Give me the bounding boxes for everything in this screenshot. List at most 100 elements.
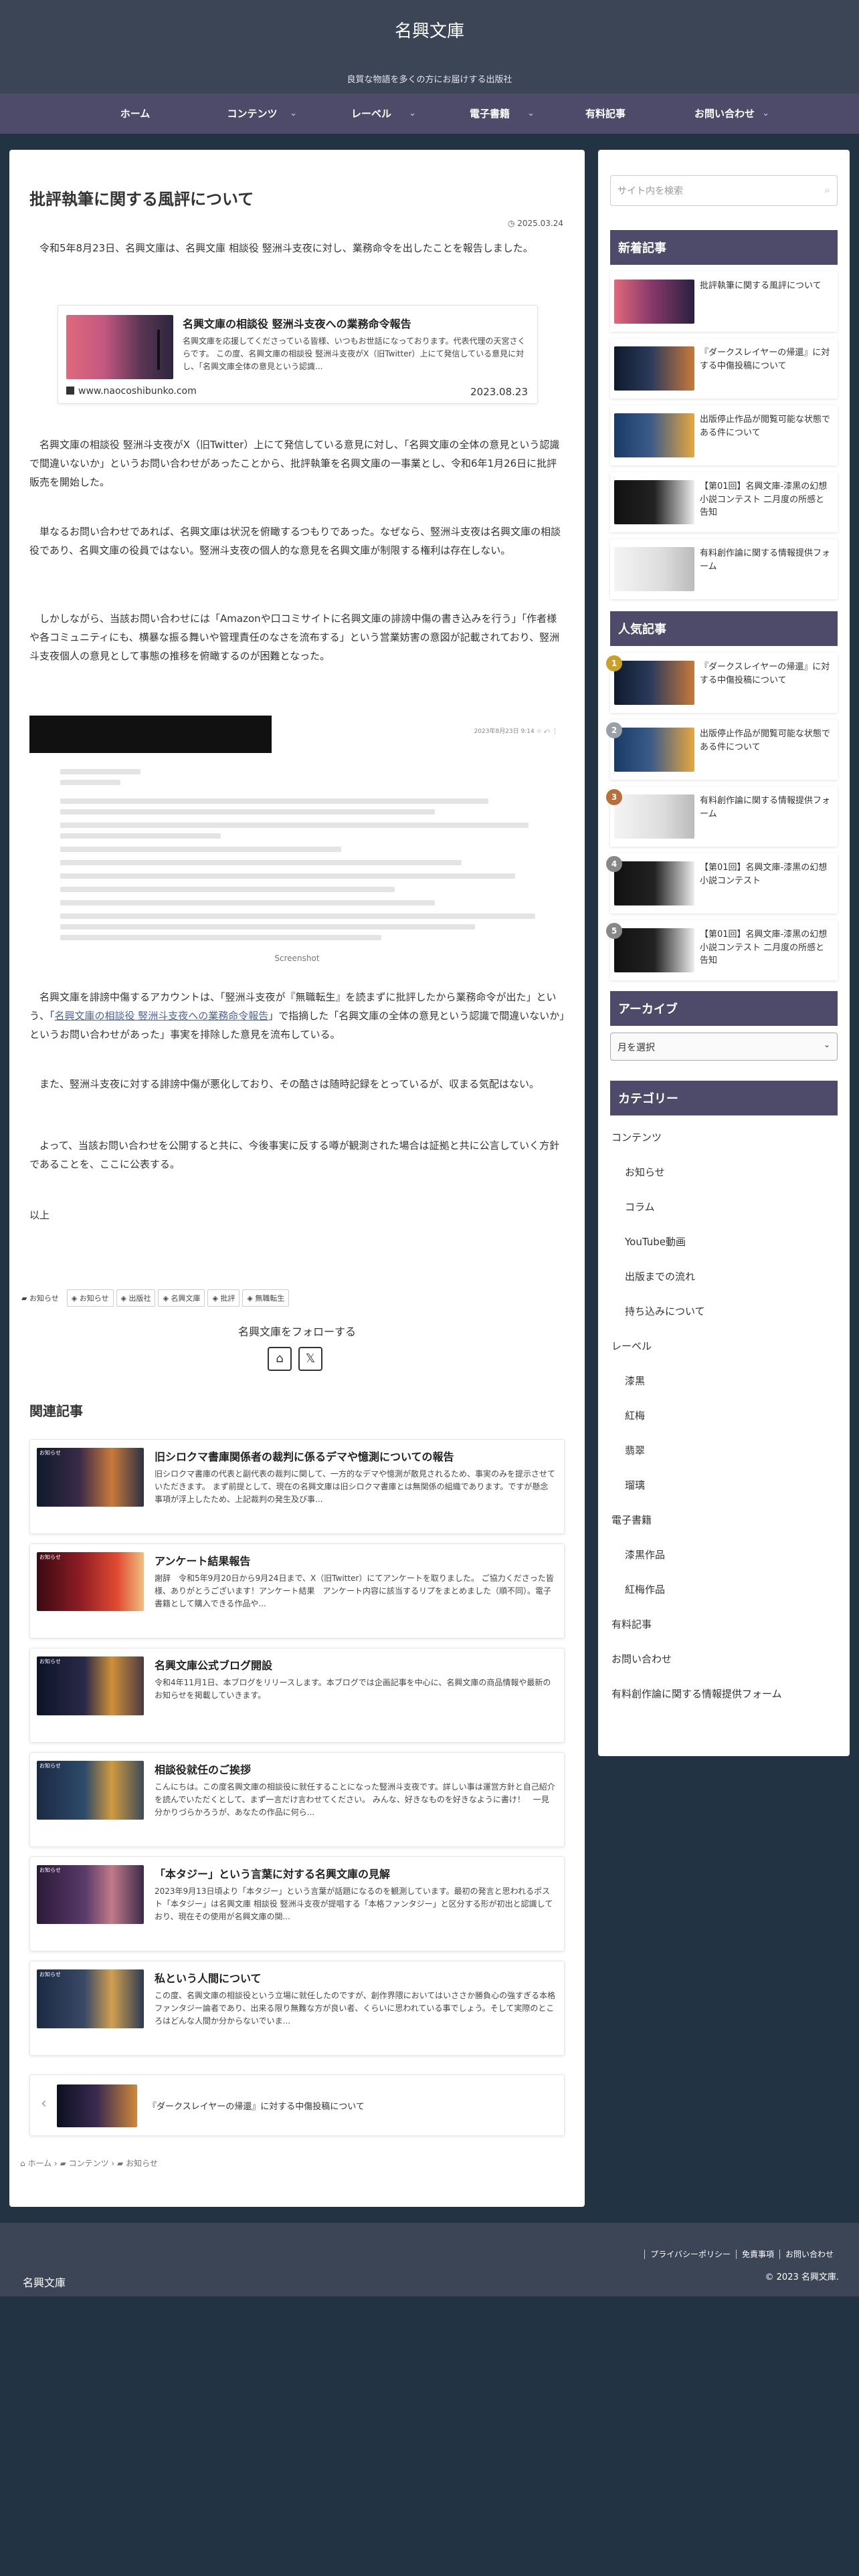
folder-icon: ▰	[117, 2159, 126, 2168]
follow-home-button[interactable]: ⌂	[268, 1347, 292, 1371]
footer-link[interactable]: プライバシーポリシー	[644, 2250, 736, 2259]
category-link[interactable]: 持ち込みについて	[625, 1304, 705, 1318]
rank-badge: 4	[606, 856, 622, 872]
category-link[interactable]: 紅梅作品	[625, 1582, 665, 1596]
recent-post-thumbnail	[614, 280, 694, 324]
clock-icon: ◷	[507, 219, 518, 228]
copyright: © 2023 名興文庫.	[765, 2272, 839, 2282]
recent-post-item[interactable]: 【第01回】名興文庫-漆黒の幻想小説コンテスト 二月度の所感と告知	[610, 472, 838, 532]
related-card[interactable]: お知らせ 名興文庫公式ブログ開設 令和4年11月1日、本ブログをリリースします。…	[29, 1648, 565, 1743]
popular-posts-heading: 人気記事	[610, 611, 838, 646]
related-category: お知らせ	[39, 1971, 61, 1977]
search-input[interactable]: サイト内を検索 ⌕	[610, 175, 838, 206]
category-link[interactable]: 有料創作論に関する情報提供フォーム	[611, 1687, 782, 1701]
recent-post-item[interactable]: 出版停止作品が閲覧可能な状態である件について	[610, 405, 838, 465]
tag-link[interactable]: ◈ 批評	[207, 1289, 240, 1307]
popular-post-title: 有料創作論に関する情報提供フォーム	[700, 796, 831, 819]
category-link[interactable]: レーベル	[611, 1339, 652, 1353]
popular-post-title: 【第01回】名興文庫-漆黒の幻想小説コンテスト	[700, 863, 828, 886]
tag-label: お知らせ	[79, 1294, 109, 1303]
tag-link[interactable]: ◈ 出版社	[116, 1289, 156, 1307]
nav-contact[interactable]: お問い合わせ ⌄	[653, 94, 796, 134]
recent-post-item[interactable]: 『ダークスレイヤーの帰還』に対する中傷投稿について	[610, 338, 838, 399]
recent-post-thumbnail	[614, 346, 694, 391]
prev-post-link[interactable]: ‹ 『ダークスレイヤーの帰還』に対する中傷投稿について	[29, 2074, 565, 2136]
archive-heading: アーカイブ	[610, 991, 838, 1026]
archive-dropdown-value: 月を選択	[617, 1043, 655, 1053]
recent-post-item[interactable]: 有料創作論に関する情報提供フォーム	[610, 539, 838, 599]
recent-posts-heading: 新着記事	[610, 230, 838, 265]
tag-icon: ◈	[247, 1294, 256, 1303]
popular-post-item[interactable]: 4 【第01回】名興文庫-漆黒の幻想小説コンテスト	[606, 853, 838, 914]
popular-post-item[interactable]: 5 【第01回】名興文庫-漆黒の幻想小説コンテスト 二月度の所感と告知	[606, 920, 838, 980]
related-card[interactable]: お知らせ 「本タジー」という言葉に対する名興文庫の見解 2023年9月13日頃よ…	[29, 1856, 565, 1951]
category-link[interactable]: ▰ お知らせ	[20, 1290, 60, 1306]
category-link[interactable]: コンテンツ	[611, 1130, 662, 1144]
recent-post-thumbnail	[614, 480, 694, 524]
tag-link[interactable]: ◈ 名興文庫	[158, 1289, 205, 1307]
tag-link[interactable]: ◈ 無職転生	[242, 1289, 290, 1307]
screenshot-text-line	[60, 914, 535, 919]
category-link[interactable]: 紅梅	[625, 1408, 645, 1422]
related-excerpt: こんにちは。この度名興文庫の相談役に就任することになった竪洲斗支夜です。詳しい事…	[155, 1782, 555, 1818]
category-link[interactable]: お問い合わせ	[611, 1652, 672, 1666]
related-card[interactable]: お知らせ 旧シロクマ書庫関係者の裁判に係るデマや憶測についての報告 旧シロクマ書…	[29, 1439, 565, 1534]
related-card[interactable]: お知らせ 相談役就任のご挨拶 こんにちは。この度名興文庫の相談役に就任することに…	[29, 1752, 565, 1847]
related-title: 私という人間について	[155, 1972, 262, 1985]
popular-post-thumbnail	[614, 728, 694, 772]
main-content: 批評執筆に関する風評について ◷ 2025.03.24 令和5年8月23日、名興…	[9, 150, 585, 2207]
nav-label: レーベル	[351, 108, 391, 120]
category-link[interactable]: 電子書籍	[611, 1513, 652, 1527]
blog-card[interactable]: 名興文庫の相談役 竪洲斗支夜への業務命令報告 名興文庫を応援してくださっている皆…	[58, 305, 538, 404]
screenshot-text-line	[60, 780, 120, 785]
popular-post-item[interactable]: 2 出版停止作品が閲覧可能な状態である件について	[606, 720, 838, 780]
breadcrumb-home[interactable]: ホーム	[27, 2159, 52, 2168]
post-date-text: 2025.03.24	[517, 219, 563, 228]
search-placeholder: サイト内を検索	[617, 186, 683, 197]
category-link[interactable]: 出版までの流れ	[625, 1269, 695, 1283]
footer-link[interactable]: お問い合わせ	[779, 2250, 839, 2259]
related-thumbnail	[37, 1552, 144, 1611]
related-excerpt: この度、名興文庫の相談役という立場に就任したのですが、創作界隈においてはいささか…	[155, 1991, 556, 2026]
category-link[interactable]: YouTube動画	[625, 1235, 686, 1249]
category-link[interactable]: 漆黒作品	[625, 1547, 665, 1562]
tag-icon: ◈	[120, 1294, 129, 1303]
related-card[interactable]: お知らせ 私という人間について この度、名興文庫の相談役という立場に就任したので…	[29, 1961, 565, 2056]
inline-link[interactable]: 名興文庫の相談役 竪洲斗支夜への業務命令報告	[55, 1010, 269, 1022]
breadcrumb-news[interactable]: お知らせ	[126, 2159, 158, 2168]
chevron-left-icon: ‹	[41, 2095, 47, 2112]
footer-site-title[interactable]: 名興文庫	[23, 2274, 66, 2290]
category-link[interactable]: コラム	[625, 1200, 655, 1214]
category-link[interactable]: 有料記事	[611, 1617, 652, 1631]
category-link[interactable]: 瑠璃	[625, 1478, 645, 1492]
blog-card-date: 2023.08.23	[470, 386, 528, 398]
screenshot-text-line	[60, 935, 381, 940]
popular-post-thumbnail	[614, 794, 694, 839]
follow-x-button[interactable]: 𝕏	[298, 1347, 322, 1371]
screenshot-text-line	[60, 873, 515, 879]
related-category: お知らせ	[39, 1763, 61, 1769]
footer-link[interactable]: 免責事項	[735, 2250, 779, 2259]
paragraph: また、竪洲斗支夜に対する誹謗中傷が悪化しており、その酷さは随時記録をとっているが…	[39, 1078, 540, 1090]
related-card[interactable]: お知らせ アンケート結果報告 謝辞 令和5年9月20日から9月24日まで、X（旧…	[29, 1543, 565, 1638]
recent-post-item[interactable]: 批評執筆に関する風評について	[610, 272, 838, 332]
site-tagline: 良質な物語を多くの方にお届けする出版社	[347, 75, 512, 85]
search-icon[interactable]: ⌕	[825, 184, 830, 196]
rank-badge: 5	[606, 923, 622, 939]
site-title[interactable]: 名興文庫	[0, 17, 859, 42]
archive-dropdown[interactable]: 月を選択 ⌄	[610, 1033, 838, 1061]
post-date: ◷ 2025.03.24	[508, 219, 563, 228]
tag-link[interactable]: ◈ お知らせ	[66, 1289, 114, 1307]
nav-label: ホーム	[120, 108, 151, 120]
breadcrumb-content[interactable]: コンテンツ	[69, 2159, 109, 2168]
category-link[interactable]: 漆黒	[625, 1374, 645, 1388]
category-link[interactable]: お知らせ	[625, 1165, 665, 1179]
rank-badge: 3	[606, 789, 622, 805]
related-thumbnail	[37, 1969, 144, 2028]
popular-post-item[interactable]: 1 『ダークスレイヤーの帰還』に対する中傷投稿について	[606, 653, 838, 713]
related-thumbnail	[37, 1656, 144, 1715]
recent-post-thumbnail	[614, 547, 694, 591]
popular-post-item[interactable]: 3 有料創作論に関する情報提供フォーム	[606, 786, 838, 847]
category-link[interactable]: 翡翠	[625, 1443, 645, 1457]
folder-icon: ▰	[60, 2159, 69, 2168]
